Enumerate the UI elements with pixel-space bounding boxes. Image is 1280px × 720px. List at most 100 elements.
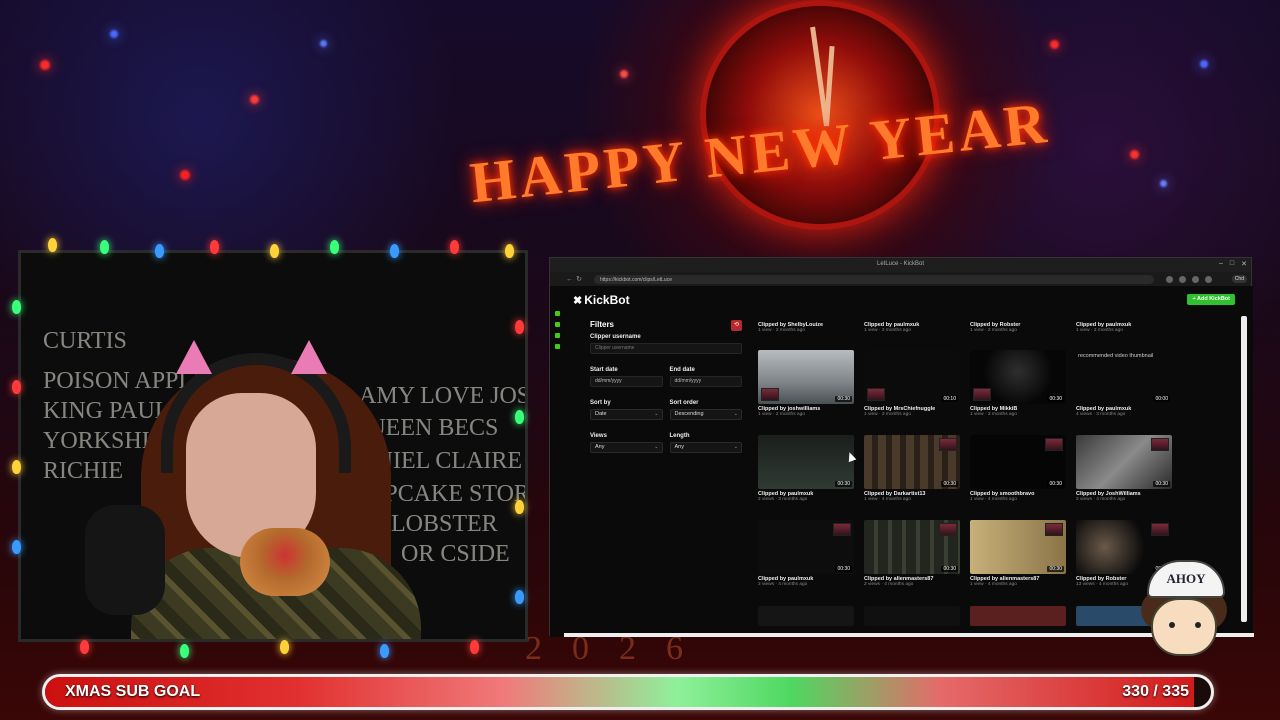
end-date-input[interactable]: dd/mm/yyyy (669, 376, 742, 387)
sort-order-select[interactable]: Descending ⌄ (669, 409, 742, 420)
clip-card[interactable]: 00:30 Clipped by joshwilliams 1 view · 2… (758, 350, 854, 417)
vertical-scrollbar[interactable] (1241, 316, 1247, 622)
sort-row: Sort by Date ⌄ Sort order Descending ⌄ (590, 400, 742, 420)
clip-meta: 4 views · 3 months ago (1076, 412, 1126, 417)
light-bokeh (620, 70, 628, 78)
length-select[interactable]: Any ⌄ (669, 442, 742, 453)
fairy-light (180, 644, 189, 658)
maximize-icon[interactable]: □ (1230, 260, 1234, 268)
fairy-light (210, 240, 219, 254)
sort-by-value: Date (595, 411, 607, 417)
clip-card[interactable]: 00:30 Clipped by alienmasters87 1 view ·… (970, 520, 1066, 587)
sort-order-value: Descending (674, 411, 704, 417)
sub-goal-bar: XMAS SUB GOAL 330 / 335 (42, 674, 1214, 710)
webcam-inset (939, 523, 957, 536)
chevron-down-icon: ⌄ (733, 411, 738, 417)
reload-icon[interactable]: ↻ (576, 275, 582, 283)
extensions-icon[interactable] (1179, 275, 1186, 283)
clip-card[interactable]: Clipped by paulmxuk 1 view · 2 months ag… (1076, 320, 1172, 333)
address-bar[interactable]: https://kickbot.com/clips/LetLuce (594, 274, 1154, 284)
light-bokeh (180, 170, 190, 180)
clip-thumbnail[interactable]: 00:10 (864, 350, 960, 404)
fairy-light (80, 640, 89, 654)
clip-card[interactable]: 00:30 Clipped by Darkartist13 1 view · 4… (864, 435, 960, 502)
profile-icon[interactable] (1205, 275, 1212, 283)
clip-card[interactable]: Clipped by ShelbyLouize 1 view · 2 month… (758, 320, 854, 333)
mascot-eye (1195, 622, 1201, 628)
clip-card[interactable]: Clipped by Robster 1 view · 2 months ago (970, 320, 1066, 333)
window-titlebar[interactable]: LetLuce - KickBot – □ ✕ (550, 258, 1251, 272)
clip-thumbnail[interactable]: 00:30 (970, 350, 1066, 404)
rail-icon[interactable] (554, 344, 560, 349)
clip-thumbnail[interactable]: 00:30 (758, 435, 854, 489)
fairy-light (515, 410, 524, 424)
clip-card[interactable]: 00:30 Clipped by paulmxuk 2 views · 3 mo… (758, 435, 854, 502)
clip-thumbnail[interactable]: 00:30 (758, 350, 854, 404)
close-icon[interactable]: ✕ (1241, 260, 1247, 268)
length-value: Any (674, 444, 684, 450)
rail-icon[interactable] (554, 311, 560, 316)
clip-meta: 1 view · 2 months ago (1076, 328, 1123, 333)
profile-chip[interactable]: Chd (1231, 275, 1247, 283)
fairy-light (515, 590, 524, 604)
light-bokeh (40, 60, 50, 70)
clip-card[interactable]: recommended video thumbnail 00:00 Clippe… (1076, 350, 1172, 417)
clip-card[interactable]: Clipped by paulmxuk 1 view · 2 months ag… (864, 320, 960, 333)
clip-card[interactable]: 00:30 Clipped by smoothbravo 1 view · 4 … (970, 435, 1066, 502)
kickbot-logo-icon: ✖ (573, 294, 583, 307)
broken-image-alt: recommended video thumbnail (1078, 353, 1154, 359)
fairy-light (48, 238, 57, 252)
clip-duration: 00:10 (941, 396, 958, 402)
mascot-hat-text: AHOY (1166, 571, 1206, 586)
clip-thumbnail[interactable]: recommended video thumbnail 00:00 (1076, 350, 1172, 404)
webcam-inset (761, 388, 779, 401)
start-date-label: Start date (590, 367, 618, 373)
fairy-light (515, 500, 524, 514)
download-icon[interactable] (1192, 275, 1199, 283)
clip-duration: 00:30 (1047, 481, 1064, 487)
clip-card[interactable]: 00:30 Clipped by MikkiB 1 view · 3 month… (970, 350, 1066, 417)
clip-thumbnail[interactable] (970, 606, 1066, 626)
clip-card[interactable]: 00:30 Clipped by alienmasters87 2 views … (864, 520, 960, 587)
webcam-inset (1045, 523, 1063, 536)
clip-thumbnail[interactable]: 00:30 (1076, 435, 1172, 489)
clip-meta: 2 views · 4 months ago (758, 582, 808, 587)
clip-thumbnail[interactable]: 00:30 (864, 435, 960, 489)
clip-card[interactable]: 00:30 Clipped by paulmxuk 2 views · 4 mo… (758, 520, 854, 587)
clip-thumbnail[interactable] (864, 606, 960, 626)
filters-panel: Filters ⟲ Clipper username Clipper usern… (590, 320, 742, 470)
cat-ear-icon (291, 340, 327, 374)
clip-thumbnail[interactable] (758, 606, 854, 626)
clip-duration: 00:30 (1153, 481, 1170, 487)
clip-thumbnail[interactable]: 00:30 (970, 520, 1066, 574)
reset-filters-button[interactable]: ⟲ (731, 320, 742, 331)
light-bokeh (1050, 40, 1059, 49)
fairy-light (515, 320, 524, 334)
clip-meta: 1 view · 2 months ago (758, 412, 805, 417)
fairy-light (390, 244, 399, 258)
rail-icon[interactable] (554, 322, 560, 327)
microphone-icon (85, 505, 165, 615)
start-date-input[interactable]: dd/mm/yyyy (590, 376, 663, 387)
back-icon[interactable]: ← (566, 276, 573, 283)
minimize-icon[interactable]: – (1219, 260, 1223, 268)
logo-text: KickBot (584, 293, 630, 307)
clip-card[interactable]: 00:30 Clipped by JoshWilliams 2 views · … (1076, 435, 1172, 502)
kickbot-logo[interactable]: ✖ KickBot (573, 293, 630, 307)
clip-thumbnail[interactable]: 00:30 (758, 520, 854, 574)
rail-icon[interactable] (554, 333, 560, 338)
clip-meta: 1 view · 3 months ago (864, 412, 911, 417)
views-length-row: Views Any ⌄ Length Any ⌄ (590, 433, 742, 453)
clip-thumbnail[interactable]: 00:30 (970, 435, 1066, 489)
star-icon[interactable] (1166, 275, 1173, 283)
clip-thumbnail[interactable]: 00:30 (864, 520, 960, 574)
views-select[interactable]: Any ⌄ (590, 442, 663, 453)
clipper-username-input[interactable]: Clipper username (590, 343, 742, 354)
clip-meta: 1 view · 4 months ago (970, 582, 1017, 587)
add-kickbot-button[interactable]: + Add KickBot (1187, 294, 1235, 305)
sort-by-select[interactable]: Date ⌄ (590, 409, 663, 420)
clip-meta: 1 view · 2 months ago (970, 328, 1017, 333)
fairy-light (12, 460, 21, 474)
clip-card[interactable]: 00:10 Clipped by MrsChiefnuggle 1 view ·… (864, 350, 960, 417)
fairy-light (270, 244, 279, 258)
